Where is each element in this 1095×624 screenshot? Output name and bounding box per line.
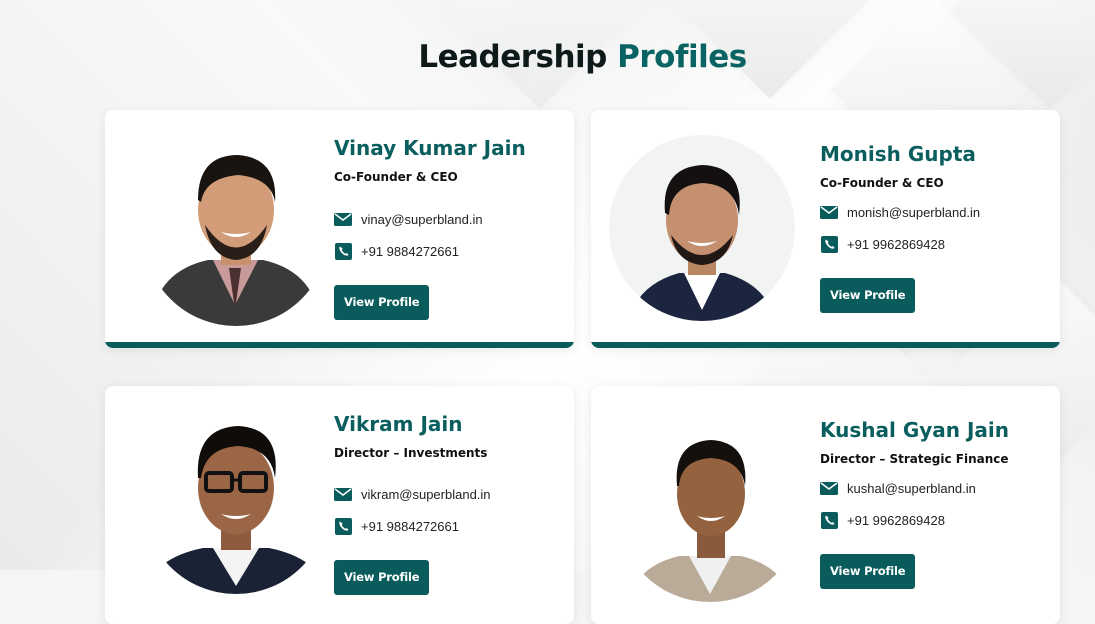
profile-email[interactable]: vinay@superbland.in [334, 211, 483, 227]
envelope-icon [820, 204, 838, 220]
page-title-main: Leadership [418, 38, 607, 75]
profile-name: Vikram Jain [334, 412, 463, 436]
profile-phone[interactable]: +91 9962869428 [820, 235, 945, 253]
profile-role: Director – Investments [334, 446, 488, 460]
profile-email[interactable]: monish@superbland.in [820, 204, 980, 220]
profile-phone[interactable]: +91 9884272661 [334, 242, 459, 260]
phone-icon [820, 511, 838, 529]
phone-text: +91 9962869428 [847, 512, 945, 528]
view-profile-button[interactable]: View Profile [820, 554, 916, 589]
profile-name: Kushal Gyan Jain [820, 418, 1010, 442]
email-text: vinay@superbland.in [361, 211, 483, 227]
profile-phone[interactable]: +91 9962869428 [820, 511, 945, 529]
profile-photo [143, 408, 329, 594]
profile-card: Kushal Gyan Jain Director – Strategic Fi… [591, 386, 1060, 624]
envelope-icon [334, 211, 352, 227]
profile-email[interactable]: vikram@superbland.in [334, 486, 491, 502]
profile-phone[interactable]: +91 9884272661 [334, 517, 459, 535]
envelope-icon [820, 480, 838, 496]
phone-icon [334, 517, 352, 535]
profile-role: Co-Founder & CEO [334, 170, 458, 184]
profile-name: Vinay Kumar Jain [334, 136, 526, 160]
profile-card: Monish Gupta Co-Founder & CEO monish@sup… [591, 110, 1060, 348]
phone-icon [820, 235, 838, 253]
email-text: monish@superbland.in [847, 204, 981, 220]
view-profile-button[interactable]: View Profile [334, 560, 430, 595]
profile-email[interactable]: kushal@superbland.in [820, 480, 976, 496]
profile-photo [609, 135, 795, 321]
view-profile-button[interactable]: View Profile [334, 285, 430, 320]
view-profile-button[interactable]: View Profile [820, 278, 916, 313]
profile-photo [617, 416, 803, 602]
page-title-accent: Profiles [617, 38, 747, 75]
phone-text: +91 9884272661 [361, 243, 459, 259]
profile-role: Co-Founder & CEO [820, 176, 944, 190]
envelope-icon [334, 486, 352, 502]
phone-text: +91 9962869428 [847, 236, 945, 252]
profile-photo [143, 140, 329, 326]
profile-card: Vikram Jain Director – Investments vikra… [105, 386, 574, 624]
phone-text: +91 9884272661 [361, 518, 459, 534]
phone-icon [334, 242, 352, 260]
profile-name: Monish Gupta [820, 142, 976, 166]
page-title: Leadership Profiles [0, 39, 1095, 75]
profile-role: Director – Strategic Finance [820, 452, 1009, 466]
profile-card: Vinay Kumar Jain Co-Founder & CEO vinay@… [105, 110, 574, 348]
email-text: vikram@superbland.in [361, 486, 491, 502]
email-text: kushal@superbland.in [847, 480, 976, 496]
